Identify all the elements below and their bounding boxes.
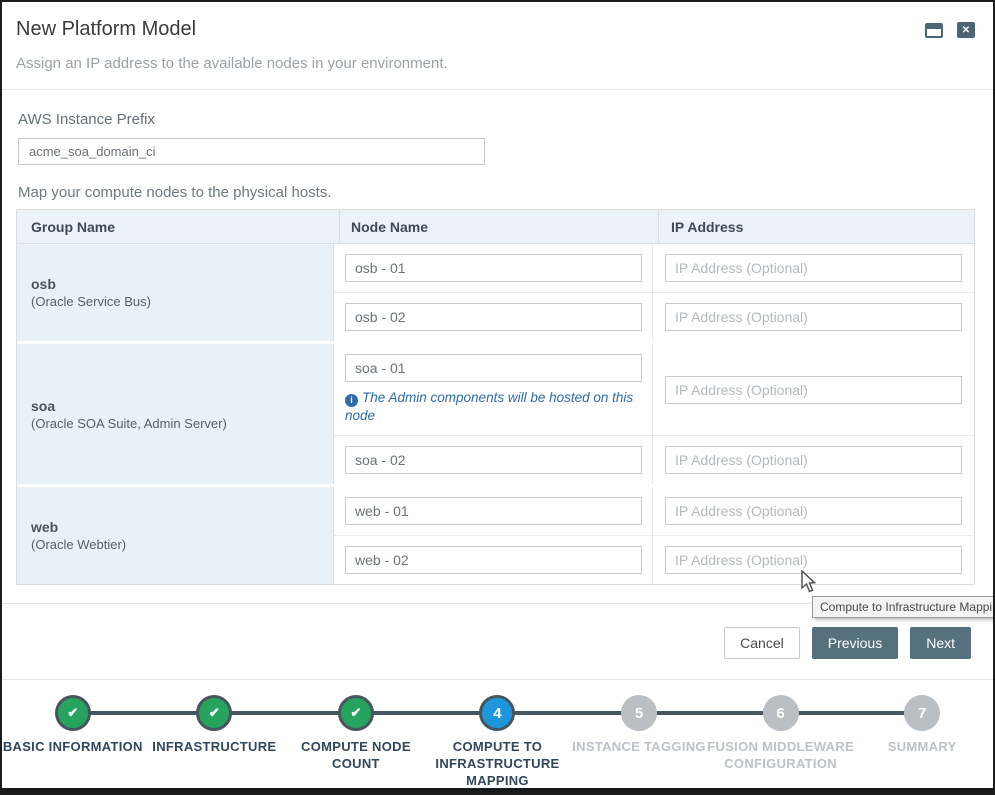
step-label: BASIC INFORMATION (0, 739, 149, 756)
stepper-divider (2, 679, 993, 680)
group-cell-web: web (Oracle Webtier) (17, 487, 334, 584)
column-header-ip-address: IP Address (658, 210, 974, 243)
window-bottom-edge (2, 788, 993, 793)
step-fusion-middleware-configuration: 6 FUSION MIDDLEWARE CONFIGURATION (710, 688, 852, 790)
previous-button[interactable]: Previous (812, 627, 898, 659)
aws-instance-prefix-input[interactable] (18, 138, 485, 165)
node-subrow (334, 487, 974, 535)
node-name-input-soa-01[interactable] (345, 354, 642, 382)
next-button[interactable]: Next (910, 627, 971, 659)
node-name-input-web-02[interactable] (345, 546, 642, 574)
close-icon[interactable]: ✕ (957, 22, 975, 38)
table-header-row: Group Name Node Name IP Address (17, 210, 974, 244)
node-subrow (334, 435, 974, 484)
admin-node-note: iThe Admin components will be hosted on … (345, 389, 645, 425)
cancel-button[interactable]: Cancel (724, 627, 800, 659)
mouse-cursor-icon (801, 570, 818, 599)
node-name-input-soa-02[interactable] (345, 446, 642, 474)
map-instruction-text: Map your compute nodes to the physical h… (18, 184, 332, 201)
group-description: (Oracle Service Bus) (31, 294, 333, 309)
step-label: FUSION MIDDLEWARE CONFIGURATION (695, 739, 867, 773)
step-label: COMPUTE TO INFRASTRUCTURE MAPPING (434, 739, 560, 790)
node-name-input-osb-01[interactable] (345, 254, 642, 282)
ip-address-input-soa-01[interactable] (665, 376, 962, 404)
node-name-input-osb-02[interactable] (345, 303, 642, 331)
table-row: osb (Oracle Service Bus) (17, 244, 974, 341)
dialog-title: New Platform Model (16, 18, 977, 41)
step-summary: 7 SUMMARY (851, 688, 993, 790)
step-compute-node-count: ✔ COMPUTE NODE COUNT (285, 688, 427, 790)
node-subrow: iThe Admin components will be hosted on … (334, 344, 974, 435)
ip-address-input-osb-01[interactable] (665, 254, 962, 282)
step-compute-to-infrastructure-mapping: 4 COMPUTE TO INFRASTRUCTURE MAPPING (427, 688, 569, 790)
ip-address-input-web-01[interactable] (665, 497, 962, 525)
maximize-icon[interactable] (925, 23, 943, 38)
step-check-icon[interactable]: ✔ (338, 695, 374, 731)
group-cell-soa: soa (Oracle SOA Suite, Admin Server) (17, 344, 334, 484)
table-row: web (Oracle Webtier) (17, 484, 974, 584)
node-subrow (334, 292, 974, 341)
ip-address-input-osb-02[interactable] (665, 303, 962, 331)
column-header-node-name: Node Name (339, 210, 658, 243)
dialog-actions: Cancel Previous Next (724, 627, 971, 659)
dialog-subtitle: Assign an IP address to the available no… (16, 55, 977, 72)
admin-node-note-text: The Admin components will be hosted on t… (345, 390, 633, 423)
step-number[interactable]: 6 (763, 695, 799, 731)
node-subrow (334, 244, 974, 292)
step-number[interactable]: 5 (621, 695, 657, 731)
dialog-header: New Platform Model Assign an IP address … (2, 2, 993, 90)
ip-address-input-soa-02[interactable] (665, 446, 962, 474)
node-name-input-web-01[interactable] (345, 497, 642, 525)
step-number[interactable]: 7 (904, 695, 940, 731)
node-subrow (334, 535, 974, 584)
step-check-icon[interactable]: ✔ (196, 695, 232, 731)
step-label: INSTANCE TAGGING (568, 739, 710, 756)
step-label: INFRASTRUCTURE (144, 739, 284, 756)
compute-mapping-table: Group Name Node Name IP Address osb (Ora… (16, 209, 975, 585)
table-row: soa (Oracle SOA Suite, Admin Server) iTh… (17, 341, 974, 484)
info-icon: i (345, 394, 358, 407)
step-infrastructure: ✔ INFRASTRUCTURE (144, 688, 286, 790)
step-check-icon[interactable]: ✔ (55, 695, 91, 731)
group-name: osb (31, 276, 333, 292)
group-cell-osb: osb (Oracle Service Bus) (17, 244, 334, 341)
new-platform-model-dialog: New Platform Model Assign an IP address … (0, 0, 995, 795)
window-controls: ✕ (925, 22, 975, 38)
step-instance-tagging: 5 INSTANCE TAGGING (568, 688, 710, 790)
step-basic-information: ✔ BASIC INFORMATION (2, 688, 144, 790)
group-description: (Oracle SOA Suite, Admin Server) (31, 416, 333, 431)
aws-instance-prefix-label: AWS Instance Prefix (18, 111, 155, 128)
wizard-stepper: ✔ BASIC INFORMATION ✔ INFRASTRUCTURE ✔ C… (2, 688, 993, 792)
step-number[interactable]: 4 (479, 695, 515, 731)
step-label: SUMMARY (872, 739, 972, 756)
column-header-group-name: Group Name (17, 219, 339, 235)
group-name: soa (31, 398, 333, 414)
group-name: web (31, 519, 333, 535)
step-label: COMPUTE NODE COUNT (295, 739, 417, 773)
group-description: (Oracle Webtier) (31, 537, 333, 552)
step-tooltip: Compute to Infrastructure Mapping (812, 596, 995, 618)
